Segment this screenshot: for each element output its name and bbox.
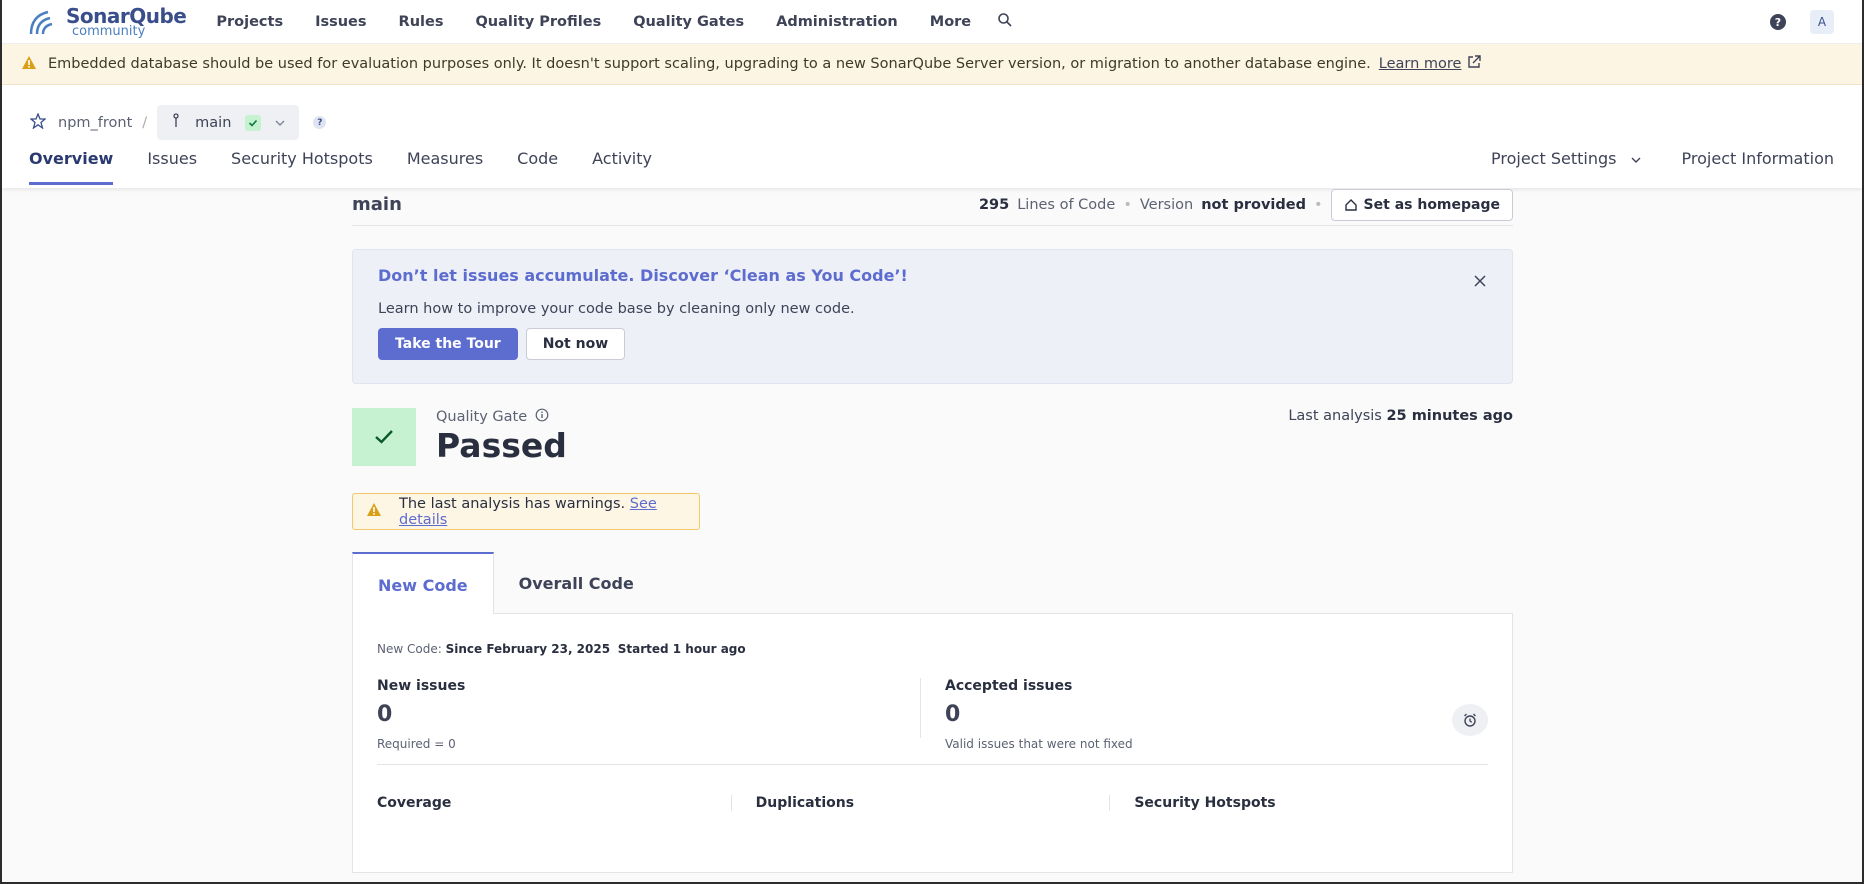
nav-issues[interactable]: Issues	[315, 14, 366, 30]
learn-more-link[interactable]: Learn more	[1379, 56, 1462, 72]
last-analysis: Last analysis 25 minutes ago	[1288, 408, 1513, 424]
project-settings-label: Project Settings	[1491, 149, 1617, 168]
alarm-clock-icon	[1452, 704, 1488, 736]
branch-icon	[171, 112, 181, 133]
project-name[interactable]: npm_front	[58, 115, 132, 131]
chevron-down-icon	[1631, 157, 1641, 163]
nav-rules[interactable]: Rules	[399, 14, 444, 30]
tab-security-hotspots[interactable]: Security Hotspots	[231, 149, 373, 185]
branch-title: main	[352, 194, 402, 215]
new-code-started: Started 1 hour ago	[617, 642, 746, 656]
clean-as-you-code-promo: Don’t let issues accumulate. Discover ‘C…	[352, 249, 1513, 384]
coverage-metric[interactable]: Coverage	[377, 795, 731, 811]
close-icon[interactable]	[1474, 272, 1486, 291]
tab-activity[interactable]: Activity	[592, 149, 652, 185]
analysis-warning: The last analysis has warnings. See deta…	[352, 493, 700, 530]
chevron-down-icon	[275, 115, 285, 131]
quality-gate-section: Quality Gate Passed Last analysis 25 min…	[352, 408, 1513, 468]
sonarqube-logo-icon	[29, 10, 53, 34]
promo-body: Learn how to improve your code base by c…	[378, 301, 855, 317]
new-code-period: New Code: Since February 23, 2025 Starte…	[377, 642, 1488, 656]
nav-projects[interactable]: Projects	[216, 14, 283, 30]
new-code-prefix: New Code:	[377, 642, 442, 656]
last-analysis-value: 25 minutes ago	[1386, 408, 1513, 424]
tab-overall-code[interactable]: Overall Code	[494, 552, 659, 613]
new-issues-requirement: Required = 0	[377, 737, 456, 751]
take-tour-button[interactable]: Take the Tour	[378, 328, 518, 360]
loc-label: Lines of Code	[1017, 196, 1116, 213]
tab-code[interactable]: Code	[517, 149, 558, 185]
check-icon	[375, 430, 393, 444]
external-link-icon	[1467, 55, 1482, 73]
top-nav: SonarQube community Projects Issues Rule…	[2, 0, 1862, 44]
new-issues-value[interactable]: 0	[377, 702, 920, 727]
security-hotspots-metric[interactable]: Security Hotspots	[1109, 795, 1488, 811]
embedded-db-banner: Embedded database should be used for eva…	[2, 44, 1862, 85]
new-issues-card[interactable]: New issues 0 Required = 0	[377, 678, 920, 751]
code-tabs: New Code Overall Code	[352, 552, 1513, 614]
overview-content: main 295 Lines of Code • Version not pro…	[352, 188, 1513, 873]
help-icon[interactable]: ?	[1770, 14, 1786, 30]
tab-issues[interactable]: Issues	[147, 149, 197, 185]
new-issues-title: New issues	[377, 678, 466, 694]
banner-text: Embedded database should be used for eva…	[48, 56, 1371, 72]
overview-title-row: main 295 Lines of Code • Version not pro…	[352, 188, 1513, 226]
accepted-issues-value[interactable]: 0	[945, 702, 1488, 727]
logo-sub-text: community	[72, 23, 146, 39]
quality-gate-label-row: Quality Gate	[436, 408, 549, 426]
project-settings-menu[interactable]: Project Settings	[1491, 149, 1642, 168]
warning-icon	[367, 503, 381, 520]
project-information-link[interactable]: Project Information	[1682, 149, 1834, 168]
version-value: not provided	[1201, 196, 1306, 213]
accepted-issues-description: Valid issues that were not fixed	[945, 737, 1133, 751]
duplications-metric[interactable]: Duplications	[730, 795, 1110, 811]
new-code-since: Since February 23, 2025	[445, 642, 611, 656]
quality-gate-label: Quality Gate	[436, 409, 528, 425]
home-icon	[1344, 198, 1357, 211]
set-homepage-button[interactable]: Set as homepage	[1330, 188, 1513, 221]
tab-new-code[interactable]: New Code	[352, 552, 494, 614]
project-header: npm_front / main ? Overview Issues Secur…	[2, 85, 1862, 188]
quality-gate-status-box	[352, 408, 416, 466]
project-meta: 295 Lines of Code • Version not provided…	[978, 188, 1513, 221]
branch-selector[interactable]: main	[157, 105, 300, 140]
logo-main-text: SonarQube	[66, 3, 187, 28]
sonarqube-logo[interactable]: SonarQube community	[28, 3, 187, 39]
project-tabs: Overview Issues Security Hotspots Measur…	[29, 149, 686, 185]
version-label: Version	[1139, 196, 1194, 213]
set-homepage-label: Set as homepage	[1363, 196, 1500, 213]
tab-overview[interactable]: Overview	[29, 149, 114, 185]
not-now-button[interactable]: Not now	[525, 328, 626, 360]
branch-name: main	[195, 114, 232, 131]
avatar[interactable]: A	[1810, 10, 1834, 34]
loc-value: 295	[978, 196, 1010, 213]
search-icon[interactable]	[997, 12, 1013, 32]
nav-quality-profiles[interactable]: Quality Profiles	[475, 14, 601, 30]
branch-help-icon[interactable]: ?	[313, 116, 327, 129]
breadcrumb: npm_front / main ?	[29, 105, 327, 140]
branch-status-check-icon	[245, 114, 262, 131]
nav-administration[interactable]: Administration	[776, 14, 898, 30]
warning-icon	[22, 55, 36, 73]
star-icon[interactable]	[29, 111, 47, 133]
nav-more[interactable]: More	[930, 14, 971, 30]
accepted-issues-card[interactable]: Accepted issues 0 Valid issues that were…	[920, 678, 1488, 751]
nav-quality-gates[interactable]: Quality Gates	[633, 14, 744, 30]
last-analysis-label: Last analysis	[1288, 408, 1382, 424]
tab-measures[interactable]: Measures	[407, 149, 483, 185]
warning-text: The last analysis has warnings.	[399, 495, 626, 512]
info-icon[interactable]	[535, 408, 549, 426]
quality-gate-status: Passed	[436, 426, 567, 465]
accepted-issues-title: Accepted issues	[945, 678, 1073, 694]
new-code-panel: New Code: Since February 23, 2025 Starte…	[352, 613, 1513, 873]
promo-title: Don’t let issues accumulate. Discover ‘C…	[378, 266, 908, 285]
